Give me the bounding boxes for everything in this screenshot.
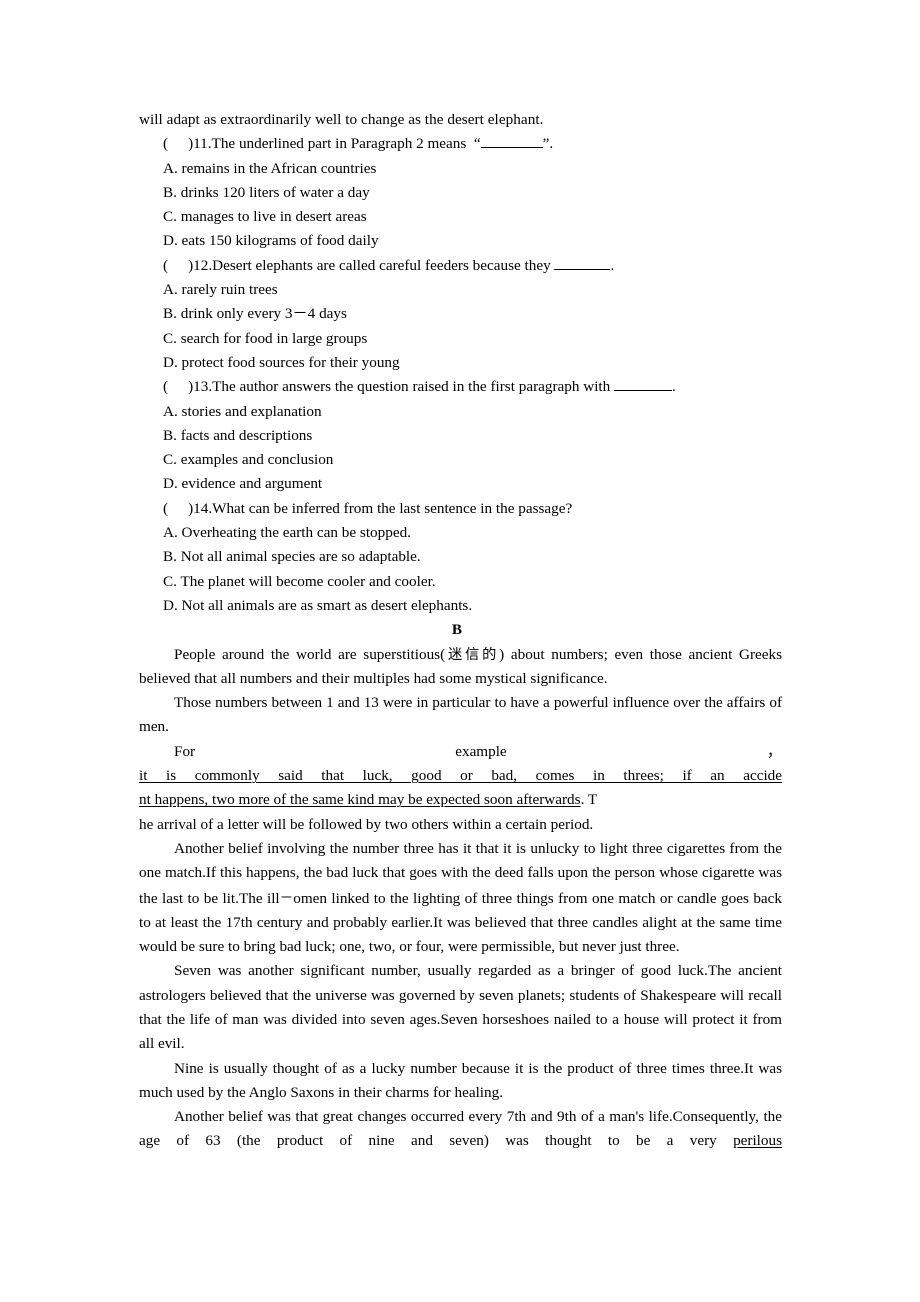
q13-text: The author answers the question raised i… (212, 378, 611, 396)
passage-paragraph-3-tail: he arrival of a letter will be followed … (139, 815, 594, 833)
p1-chinese-gloss: 迷信的 (445, 646, 500, 663)
passage-paragraph-7: Another belief was that great changes oc… (139, 1105, 782, 1154)
q12-number: 12. (193, 256, 213, 274)
question-11-stem: ()11.The underlined part in Paragraph 2 … (139, 132, 782, 156)
passage-paragraph-2: Those numbers between 1 and 13 were in p… (139, 694, 782, 736)
q11-quote-open: “ (473, 135, 481, 153)
question-13-stem: ()13.The author answers the question rai… (139, 375, 782, 399)
passage-paragraph-4: Another belief involving the number thre… (139, 837, 782, 959)
option-item[interactable]: A. Overheating the earth can be stopped. (139, 521, 782, 545)
underlined-text: it is commonly said that luck, good or b… (139, 767, 782, 785)
option-item[interactable]: D. evidence and argument (139, 472, 782, 496)
for-example-spread-line: For example ， (139, 740, 782, 764)
passage-paragraph-6: Nine is usually thought of as a lucky nu… (139, 1059, 782, 1101)
option-item[interactable]: A. remains in the African countries (139, 157, 782, 181)
passage-paragraph-5: Seven was another significant number, us… (139, 962, 782, 1053)
option-item[interactable]: D. eats 150 kilograms of food daily (139, 229, 782, 253)
underlined-quote-line-2: nt happens, two more of the same kind ma… (139, 788, 782, 812)
option-item[interactable]: B. facts and descriptions (139, 424, 782, 448)
continuation-line: will adapt as extraordinarily well to ch… (139, 111, 544, 128)
p4-fullwidth-dash: － (279, 889, 294, 906)
option-item[interactable]: D. protect food sources for their young (139, 351, 782, 375)
section-heading-b: B (451, 621, 463, 639)
spread-word-comma: ， (766, 742, 782, 760)
p7-part-a: Another belief was that great changes oc… (139, 1108, 782, 1150)
q14-number: 14. (193, 499, 213, 517)
perilous-underlined-word: perilous (733, 1132, 782, 1150)
page-content: will adapt as extraordinarily well to ch… (139, 108, 782, 1154)
q13-period: . (672, 378, 676, 396)
q12-period: . (610, 256, 615, 274)
q11-paren-open: ( (163, 135, 169, 153)
post-underline-fragment: . T (580, 791, 598, 809)
q13-paren-open: ( (163, 378, 169, 396)
q13-number: 13. (193, 378, 213, 396)
option-item[interactable]: B. drinks 120 liters of water a day (139, 181, 782, 205)
option-item[interactable]: C. search for food in large groups (139, 327, 782, 351)
option-item[interactable]: B. Not all animal species are so adaptab… (139, 545, 782, 569)
option-item[interactable]: A. stories and explanation (139, 400, 782, 424)
question-12-stem: ()12.Desert elephants are called careful… (139, 254, 782, 278)
q11-blank (480, 135, 543, 149)
q11-period: . (549, 135, 554, 153)
passage-paragraph-1: People around the world are superstitiou… (139, 643, 782, 692)
option-item[interactable]: D. Not all animals are as smart as deser… (139, 594, 782, 618)
underlined-quote-line-1: it is commonly said that luck, good or b… (139, 764, 782, 788)
q13-blank (614, 378, 673, 392)
option-item[interactable]: C. manages to live in desert areas (139, 205, 782, 229)
q14-text: What can be inferred from the last sente… (212, 499, 573, 517)
q12-text: Desert elephants are called careful feed… (212, 256, 551, 274)
option-item[interactable]: C. The planet will become cooler and coo… (139, 570, 782, 594)
document-page: will adapt as extraordinarily well to ch… (0, 0, 920, 1302)
q12-blank (554, 256, 611, 270)
option-item[interactable]: C. examples and conclusion (139, 448, 782, 472)
q11-number: 11. (193, 135, 212, 153)
spread-word-example: example (455, 742, 507, 760)
question-14-stem: ()14.What can be inferred from the last … (139, 497, 782, 521)
option-item[interactable]: A. rarely ruin trees (139, 278, 782, 302)
q11-text: The underlined part in Paragraph 2 means (211, 135, 467, 153)
option-item[interactable]: B. drink only every 3－4 days (139, 302, 782, 326)
p1-pre: People around the world are superstitiou… (174, 645, 446, 663)
spread-word-for: For (174, 742, 196, 760)
q14-paren-open: ( (163, 499, 169, 517)
q12-paren-open: ( (163, 256, 169, 274)
underlined-text: nt happens, two more of the same kind ma… (139, 791, 581, 809)
